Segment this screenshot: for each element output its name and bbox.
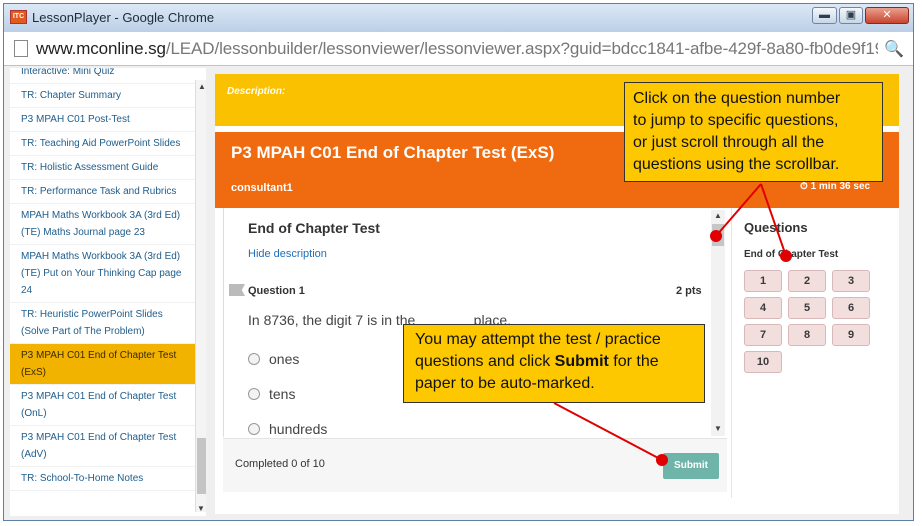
completed-status: Completed 0 of 10 (235, 458, 325, 470)
sidebar-item[interactable]: Interactive: Mini Quiz (10, 68, 206, 84)
minimize-button[interactable]: ▬ (812, 7, 837, 24)
window-title: LessonPlayer - Google Chrome (32, 10, 215, 25)
app-logo-icon: ITC (10, 10, 27, 24)
radio-button[interactable] (248, 423, 260, 435)
scroll-down-icon[interactable]: ▼ (197, 504, 205, 513)
question-number-button[interactable]: 7 (744, 324, 782, 346)
callout-line: Click on the question number (633, 90, 841, 107)
sidebar-item[interactable]: TR: Holistic Assessment Guide (10, 156, 206, 180)
lesson-sidebar: Interactive: Mini Quiz TR: Chapter Summar… (10, 68, 206, 516)
question-points: 2 pts (676, 285, 702, 297)
question-number-button[interactable]: 2 (788, 270, 826, 292)
question-number-button[interactable]: 8 (788, 324, 826, 346)
question-number-button[interactable]: 1 (744, 270, 782, 292)
question-number-button[interactable]: 3 (832, 270, 870, 292)
scroll-up-icon[interactable]: ▲ (714, 211, 722, 220)
question-number-button[interactable]: 10 (744, 351, 782, 373)
close-button[interactable]: ✕ (865, 7, 909, 24)
option-label: hundreds (269, 421, 328, 437)
sidebar-item[interactable]: TR: Performance Task and Rubrics (10, 180, 206, 204)
question-number-button[interactable]: 5 (788, 297, 826, 319)
address-bar[interactable]: www.mconline.sg/LEAD/lessonbuilder/lesso… (4, 32, 913, 66)
question-scroll-thumb[interactable] (712, 224, 724, 246)
test-user: consultant1 (231, 182, 293, 194)
sidebar-item[interactable]: P3 MPAH C01 End of Chapter Test (AdV) (10, 426, 206, 467)
sidebar-list: Interactive: Mini Quiz TR: Chapter Summar… (10, 68, 206, 491)
radio-button[interactable] (248, 353, 260, 365)
callout-bold: Submit (554, 353, 609, 370)
hide-description-link[interactable]: Hide description (248, 248, 327, 260)
maximize-button[interactable]: ▣ (839, 7, 863, 24)
url-domain: www.mconline.sg (36, 39, 166, 58)
sidebar-item[interactable]: TR: School-To-Home Notes (10, 467, 206, 491)
sidebar-item[interactable]: TR: Chapter Summary (10, 84, 206, 108)
option-label: ones (269, 351, 300, 367)
radio-button[interactable] (248, 388, 260, 400)
option-tens[interactable]: tens (248, 386, 295, 402)
question-number: Question 1 (248, 285, 305, 297)
navigator-callout: Click on the question number to jump to … (624, 82, 883, 182)
callout-line: questions using the scrollbar. (633, 156, 840, 173)
zoom-icon[interactable]: 🔍 (884, 39, 904, 59)
page-icon (14, 40, 28, 57)
flag-icon[interactable] (229, 284, 245, 296)
option-hundreds[interactable]: hundreds (248, 421, 327, 437)
sidebar-item[interactable]: MPAH Maths Workbook 3A (3rd Ed)(TE) Put … (10, 245, 206, 303)
submit-button[interactable]: Submit (663, 453, 719, 479)
test-footer: Completed 0 of 10 Submit (223, 438, 727, 492)
question-panel-title: End of Chapter Test (248, 220, 380, 236)
description-label: Description: (227, 86, 286, 97)
callout-line: to jump to specific questions, (633, 112, 839, 129)
callout-line: or just scroll through all the (633, 134, 825, 151)
test-title: P3 MPAH C01 End of Chapter Test (ExS) (231, 143, 555, 162)
scroll-up-icon[interactable]: ▲ (198, 82, 206, 91)
option-ones[interactable]: ones (248, 351, 299, 367)
scroll-down-icon[interactable]: ▼ (714, 424, 722, 433)
sidebar-scrollbar[interactable]: ▲ (195, 80, 206, 512)
browser-window: ITC LessonPlayer - Google Chrome ▬ ▣ ✕ w… (3, 3, 914, 521)
sidebar-item[interactable]: TR: Heuristic PowerPoint Slides (Solve P… (10, 303, 206, 344)
question-number-button[interactable]: 9 (832, 324, 870, 346)
questions-heading: Questions (744, 220, 808, 235)
questions-section: End of Chapter Test (744, 249, 839, 260)
question-scrollbar[interactable]: ▲ ▼ (711, 210, 725, 436)
url-text[interactable]: www.mconline.sg/LEAD/lessonbuilder/lesso… (36, 39, 878, 59)
sidebar-item[interactable]: TR: Teaching Aid PowerPoint Slides (10, 132, 206, 156)
timer-text: ⏱ 1 min 36 sec (800, 181, 871, 192)
question-navigator: Questions End of Chapter Test 123 456 789 1… (731, 208, 899, 498)
sidebar-scroll-thumb[interactable] (197, 438, 206, 494)
submit-callout: You may attempt the test / practice ques… (403, 324, 705, 403)
sidebar-item[interactable]: MPAH Maths Workbook 3A (3rd Ed)(TE) Math… (10, 204, 206, 245)
url-path: /LEAD/lessonbuilder/lessonviewer/lessonv… (165, 39, 878, 58)
option-label: tens (269, 386, 296, 402)
sidebar-item[interactable]: P3 MPAH C01 End of Chapter Test (OnL) (10, 385, 206, 426)
title-bar: ITC LessonPlayer - Google Chrome ▬ ▣ ✕ (4, 4, 913, 32)
sidebar-item[interactable]: P3 MPAH C01 Post-Test (10, 108, 206, 132)
question-number-button[interactable]: 6 (832, 297, 870, 319)
question-number-button[interactable]: 4 (744, 297, 782, 319)
sidebar-item[interactable]: P3 MPAH C01 End of Chapter Test (ExS) (10, 344, 206, 385)
